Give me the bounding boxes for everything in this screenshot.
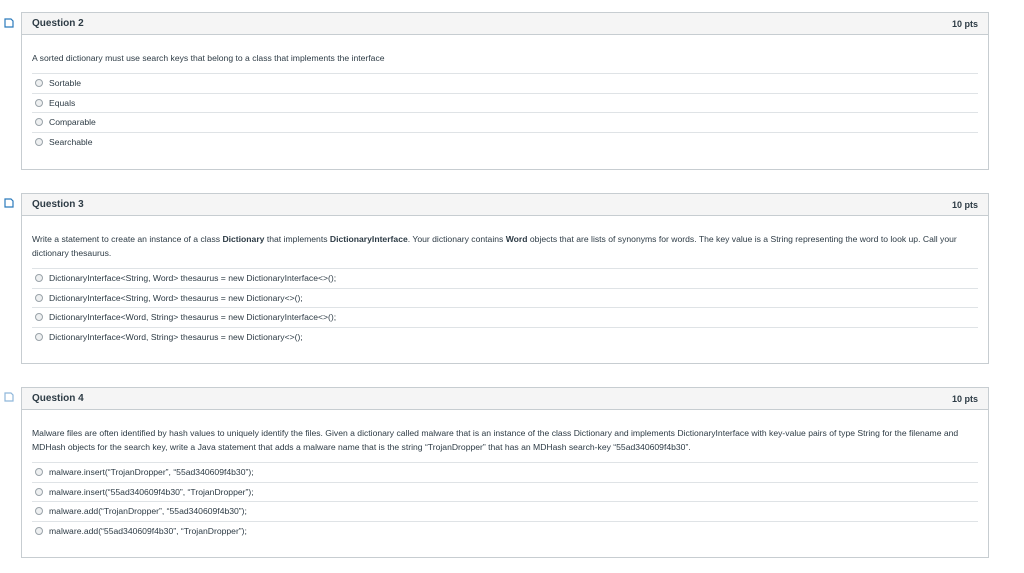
- question-title: Question 4: [32, 393, 84, 404]
- answer-option[interactable]: Comparable: [32, 113, 978, 133]
- question-header: Question 3 10 pts: [22, 194, 988, 216]
- flag-question-icon[interactable]: [4, 392, 14, 402]
- radio-button[interactable]: [35, 333, 43, 342]
- question-4: Question 4 10 pts Malware files are ofte…: [21, 387, 989, 558]
- answer-option[interactable]: DictionaryInterface<Word, String> thesau…: [32, 328, 978, 348]
- question-text: Malware files are often identified by ha…: [32, 426, 978, 454]
- answer-option[interactable]: malware.insert(“55ad340609f4b30”, “Troja…: [32, 483, 978, 502]
- answer-option[interactable]: DictionaryInterface<String, Word> thesau…: [32, 269, 978, 289]
- question-title: Question 3: [32, 199, 84, 210]
- answer-label: Comparable: [49, 117, 96, 128]
- question-text: Write a statement to create an instance …: [32, 232, 978, 260]
- answer-label: Equals: [49, 97, 76, 108]
- radio-button[interactable]: [35, 468, 43, 477]
- question-text-segment: Word: [505, 234, 528, 244]
- answer-option[interactable]: DictionaryInterface<Word, String> thesau…: [32, 308, 978, 328]
- answer-label: DictionaryInterface<Word, String> thesau…: [49, 312, 337, 323]
- question-text-segment: DictionaryInterface: [329, 234, 408, 244]
- answer-option[interactable]: Sortable: [32, 74, 978, 94]
- question-points: 10 pts: [951, 393, 978, 404]
- question-text-segment: . Your dictionary contains: [407, 234, 506, 244]
- question-title: Question 2: [32, 18, 84, 29]
- question-text-segment: Malware files are often identified by ha…: [32, 428, 959, 452]
- radio-button[interactable]: [35, 293, 43, 302]
- radio-button[interactable]: [35, 79, 43, 88]
- answer-option[interactable]: DictionaryInterface<String, Word> thesau…: [32, 289, 978, 308]
- question-header: Question 4 10 pts: [22, 388, 988, 410]
- answer-label: malware.insert(“TrojanDropper”, “55ad340…: [49, 467, 254, 478]
- question-3: Question 3 10 pts Write a statement to c…: [21, 193, 989, 364]
- answer-option[interactable]: Searchable: [32, 133, 978, 153]
- answer-option[interactable]: malware.add(“TrojanDropper”, “55ad340609…: [32, 502, 978, 522]
- radio-button[interactable]: [35, 98, 43, 107]
- flag-question-icon[interactable]: [4, 198, 14, 208]
- radio-button[interactable]: [35, 118, 43, 127]
- flag-question-icon[interactable]: [4, 18, 14, 28]
- question-points: 10 pts: [951, 18, 978, 29]
- answer-label: DictionaryInterface<String, Word> thesau…: [49, 273, 337, 284]
- question-header: Question 2 10 pts: [22, 13, 988, 35]
- radio-button[interactable]: [35, 313, 43, 322]
- answer-option[interactable]: malware.insert(“TrojanDropper”, “55ad340…: [32, 463, 978, 483]
- answer-label: DictionaryInterface<String, Word> thesau…: [49, 292, 303, 303]
- radio-button[interactable]: [35, 138, 43, 147]
- question-points: 10 pts: [951, 199, 978, 210]
- radio-button[interactable]: [35, 487, 43, 496]
- question-text: A sorted dictionary must use search keys…: [32, 51, 978, 65]
- answer-list: malware.insert(“TrojanDropper”, “55ad340…: [32, 462, 978, 541]
- question-text-segment: that implements: [264, 234, 330, 244]
- question-2: Question 2 10 pts A sorted dictionary mu…: [21, 12, 989, 170]
- radio-button[interactable]: [35, 527, 43, 536]
- answer-label: Sortable: [49, 78, 82, 89]
- answer-label: DictionaryInterface<Word, String> thesau…: [49, 332, 303, 343]
- answer-label: Searchable: [49, 137, 93, 148]
- answer-list: Sortable Equals Comparable Searchable: [32, 73, 978, 152]
- answer-list: DictionaryInterface<String, Word> thesau…: [32, 268, 978, 347]
- radio-button[interactable]: [35, 507, 43, 516]
- answer-option[interactable]: malware.add(“55ad340609f4b30”, “TrojanDr…: [32, 522, 978, 542]
- question-text-segment: A sorted dictionary must use search keys…: [32, 53, 385, 63]
- answer-label: malware.add(“55ad340609f4b30”, “TrojanDr…: [49, 526, 247, 537]
- answer-label: malware.add(“TrojanDropper”, “55ad340609…: [49, 506, 247, 517]
- question-text-segment: Dictionary: [222, 234, 265, 244]
- radio-button[interactable]: [35, 274, 43, 283]
- answer-label: malware.insert(“55ad340609f4b30”, “Troja…: [49, 486, 254, 497]
- answer-option[interactable]: Equals: [32, 94, 978, 113]
- question-text-segment: Write a statement to create an instance …: [32, 234, 223, 244]
